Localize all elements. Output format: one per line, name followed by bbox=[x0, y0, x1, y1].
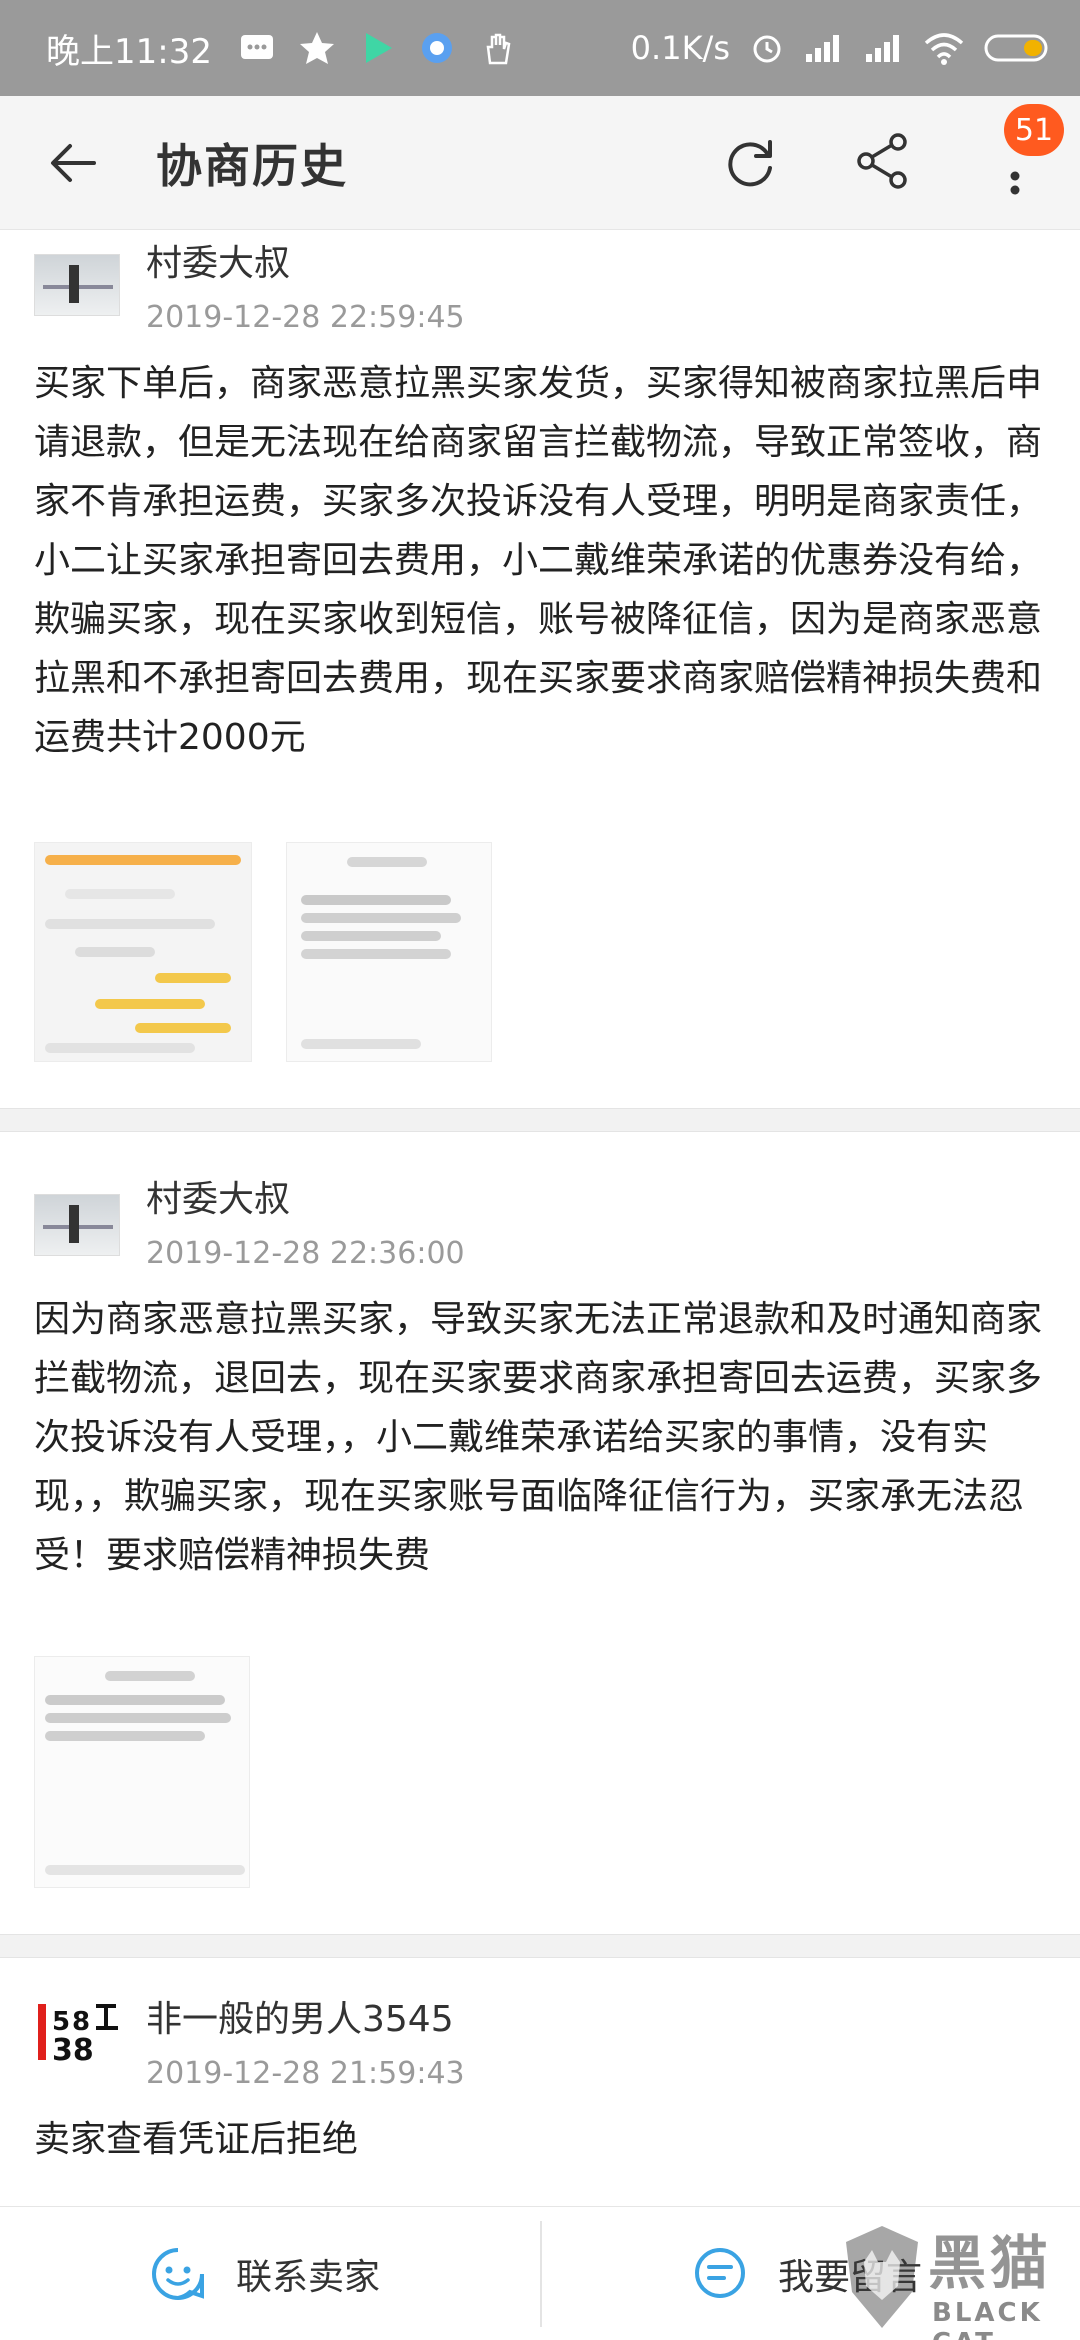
entry-divider bbox=[0, 1934, 1080, 1958]
svg-text:38: 38 bbox=[52, 2033, 94, 2068]
cat-shield-icon bbox=[846, 2226, 918, 2328]
entry-content: 买家下单后，商家恶意拉黑买家发货，买家得知被商家拉黑后申请退款，但是无法现在给商… bbox=[34, 363, 1043, 758]
status-icons-left bbox=[238, 29, 516, 67]
smiley-chat-icon bbox=[152, 2248, 204, 2300]
store-logo-icon: 5 8 38 bbox=[38, 2004, 118, 2068]
entry-content: 卖家查看凭证后拒绝 bbox=[34, 2119, 359, 2160]
entry-divider bbox=[0, 1108, 1080, 1132]
status-bar: 晚上11:32 0.1K/s bbox=[0, 0, 1080, 96]
message-icon bbox=[240, 35, 273, 59]
contact-seller-label: 联系卖家 bbox=[236, 2257, 381, 2298]
avatar bbox=[34, 1194, 120, 1256]
refresh-icon[interactable] bbox=[720, 132, 782, 194]
contact-seller-button[interactable]: 联系卖家 bbox=[150, 2207, 380, 2340]
watermark: 黑猫 BLACK CAT bbox=[840, 2216, 1080, 2340]
share-icon[interactable] bbox=[852, 130, 914, 192]
negotiation-entry: 村委大叔 2019-12-28 22:59:45 买家下单后，商家恶意拉黑买家发… bbox=[0, 230, 1080, 1110]
entry-content: 因为商家恶意拉黑买家，导致买家无法正常退款和及时通知商家拦截物流，退回去，现在买… bbox=[34, 1299, 1043, 1576]
screen: 晚上11:32 0.1K/s 协商历史 51 村委大叔 2019-12-28 2… bbox=[0, 0, 1080, 2340]
negotiation-entry: 村委大叔 2019-12-28 22:36:00 因为商家恶意拉黑买家，导致买家… bbox=[0, 1136, 1080, 1936]
browser-icon bbox=[421, 33, 452, 63]
app-bar: 协商历史 bbox=[0, 96, 1080, 230]
watermark-text: 黑猫 bbox=[928, 2229, 1053, 2297]
evidence-image[interactable] bbox=[34, 1656, 250, 1888]
back-arrow-icon[interactable] bbox=[42, 132, 104, 194]
hand-icon bbox=[486, 33, 511, 65]
watermark-subtext: BLACK CAT bbox=[932, 2298, 1043, 2340]
signal-icon bbox=[866, 35, 899, 62]
notification-badge: 51 bbox=[1004, 104, 1064, 156]
entry-date: 2019-12-28 22:59:45 bbox=[146, 300, 465, 335]
wifi-icon bbox=[924, 33, 964, 65]
status-time: 晚上11:32 bbox=[46, 31, 212, 72]
author-name: 村委大叔 bbox=[146, 243, 291, 284]
signal-icon bbox=[806, 35, 839, 62]
network-speed: 0.1K/s bbox=[630, 29, 730, 67]
bottom-divider bbox=[540, 2221, 542, 2327]
negotiation-entry: 5 8 38 非一般的男人3545 2019-12-28 21:59:43 卖家… bbox=[0, 1960, 1080, 2206]
author-name: 村委大叔 bbox=[146, 1179, 291, 1220]
avatar bbox=[34, 254, 120, 316]
play-icon bbox=[365, 33, 392, 63]
star-icon bbox=[299, 32, 334, 64]
author-name: 非一般的男人3545 bbox=[146, 1999, 454, 2040]
avatar-logo: 5 8 38 bbox=[34, 1998, 124, 2068]
alarm-icon bbox=[753, 35, 781, 63]
entry-date: 2019-12-28 22:36:00 bbox=[146, 1236, 465, 1271]
battery-icon bbox=[984, 34, 1048, 62]
entry-date: 2019-12-28 21:59:43 bbox=[146, 2056, 465, 2091]
evidence-image[interactable] bbox=[286, 842, 492, 1062]
evidence-image[interactable] bbox=[34, 842, 252, 1062]
page-title: 协商历史 bbox=[156, 139, 348, 193]
status-icons-right: 0.1K/s bbox=[631, 29, 1052, 67]
message-bubble-icon bbox=[695, 2248, 745, 2298]
